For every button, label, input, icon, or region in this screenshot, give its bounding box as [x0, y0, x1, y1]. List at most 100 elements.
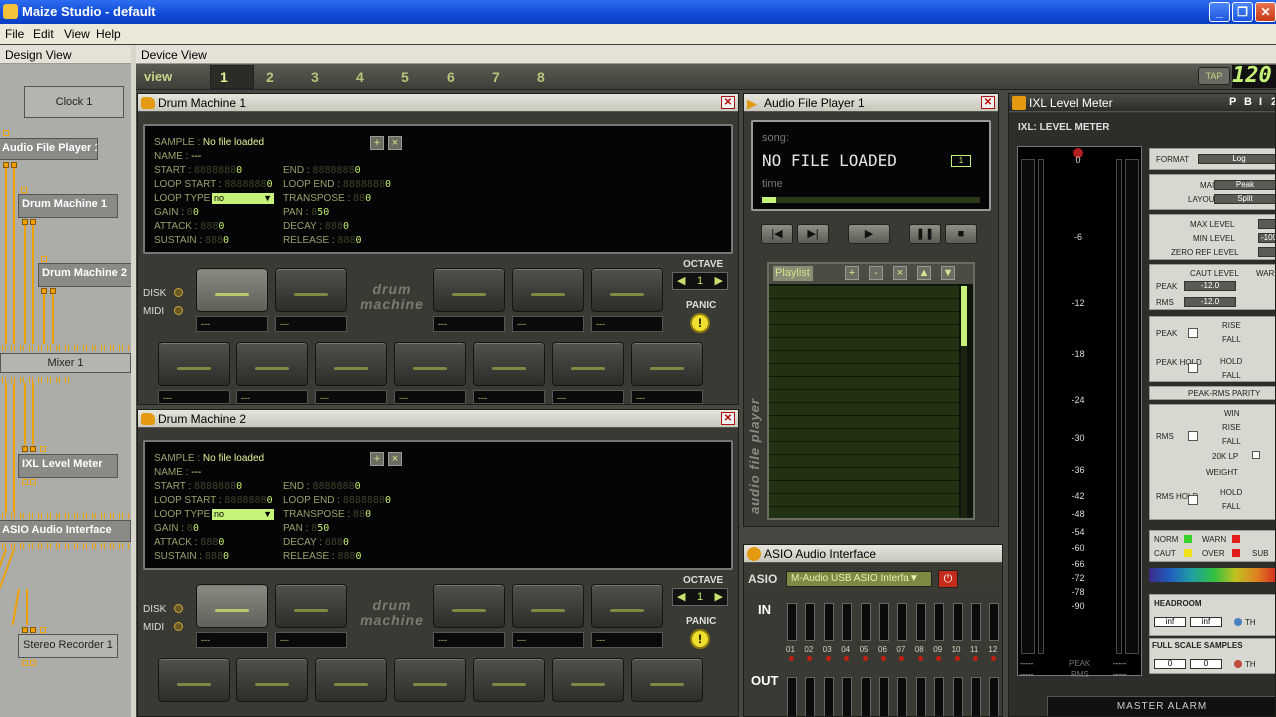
asio-device-select[interactable]: M-Audio USB ASIO Interfa▼ [786, 571, 932, 587]
layout-select[interactable]: Split [1214, 194, 1275, 204]
view-tab-5[interactable]: 5 [401, 69, 409, 85]
close-drum-machine-1-button[interactable]: ✕ [721, 96, 735, 109]
stop-button[interactable]: ■ [945, 224, 977, 244]
peak-hold-checkbox[interactable] [1188, 363, 1198, 373]
caut-rms-field[interactable]: -12.0 [1184, 297, 1236, 307]
port[interactable] [30, 627, 36, 633]
drum-pad[interactable] [631, 342, 703, 386]
loop-type-select[interactable]: no ▼ [212, 509, 274, 520]
close-audio-file-player-button[interactable]: ✕ [981, 96, 995, 109]
view-tab-4[interactable]: 4 [356, 69, 364, 85]
ixl-header-button-i[interactable]: I [1259, 96, 1262, 108]
drum-pad[interactable] [158, 342, 230, 386]
lp-filter-checkbox[interactable] [1252, 451, 1260, 459]
port[interactable] [22, 479, 28, 485]
repeat-indicator[interactable]: 1 [951, 155, 971, 167]
playlist-rows[interactable] [769, 286, 959, 518]
drum-pad[interactable] [552, 342, 624, 386]
playlist-clear-button[interactable]: × [893, 266, 907, 280]
mixer-output-ports[interactable] [0, 377, 70, 383]
add-sample-button[interactable]: + [370, 452, 384, 466]
drum-pad[interactable] [433, 584, 505, 628]
port[interactable] [21, 187, 27, 193]
ixl-header-button-p[interactable]: P [1229, 96, 1236, 108]
port[interactable] [30, 479, 36, 485]
drum-pad[interactable] [591, 584, 663, 628]
playlist-remove-button[interactable]: - [869, 266, 883, 280]
drum-pad[interactable] [512, 584, 584, 628]
port[interactable] [22, 446, 28, 452]
port[interactable] [3, 130, 9, 136]
drum-pad[interactable] [631, 658, 703, 702]
port[interactable] [40, 446, 46, 452]
drum-pad[interactable] [196, 268, 268, 312]
asio-output-ports[interactable] [0, 543, 131, 549]
pause-button[interactable]: ❚❚ [909, 224, 941, 244]
drum-pad[interactable] [236, 342, 308, 386]
octave-stepper[interactable]: ◀ 1 ▶ [672, 272, 728, 290]
drum-pad[interactable] [473, 658, 545, 702]
drum-pad[interactable] [236, 658, 308, 702]
main-select[interactable]: Peak [1214, 180, 1275, 190]
remove-sample-button[interactable]: × [388, 452, 402, 466]
format-select[interactable]: Log [1198, 154, 1275, 164]
node-audio-file-player[interactable]: Audio File Player 1 [0, 138, 98, 160]
ixl-header-button-b[interactable]: B [1244, 96, 1252, 108]
port[interactable] [22, 660, 28, 666]
node-clock[interactable]: Clock 1 [24, 86, 124, 118]
port[interactable] [22, 627, 28, 633]
drum-pad[interactable] [315, 658, 387, 702]
node-drum-machine-1[interactable]: Drum Machine 1 [18, 194, 118, 218]
port[interactable] [30, 660, 36, 666]
view-tab-7[interactable]: 7 [492, 69, 500, 85]
maximize-button[interactable]: ❐ [1232, 2, 1253, 22]
drum-pad[interactable] [275, 268, 347, 312]
menu-file[interactable]: File [5, 27, 24, 41]
octave-stepper[interactable]: ◀ 1 ▶ [672, 588, 728, 606]
menu-edit[interactable]: Edit [33, 27, 54, 41]
caut-peak-field[interactable]: -12.0 [1184, 281, 1236, 291]
port[interactable] [40, 627, 46, 633]
rms-checkbox[interactable] [1188, 431, 1198, 441]
next-track-button[interactable]: ▶| [797, 224, 829, 244]
playlist-add-button[interactable]: + [845, 266, 859, 280]
minimize-button[interactable]: _ [1209, 2, 1230, 22]
view-tab-3[interactable]: 3 [311, 69, 319, 85]
drum-pad[interactable] [158, 658, 230, 702]
view-tab-1[interactable]: 1 [220, 69, 228, 85]
drum-pad[interactable] [512, 268, 584, 312]
mixer-input-ports[interactable] [0, 345, 131, 351]
port[interactable] [41, 256, 47, 262]
max-level-field[interactable] [1258, 219, 1275, 229]
previous-track-button[interactable]: |◀ [761, 224, 793, 244]
panic-button[interactable]: ! [690, 313, 710, 333]
drum-pad[interactable] [275, 584, 347, 628]
node-mixer[interactable]: Mixer 1 [0, 353, 131, 373]
add-sample-button[interactable]: + [370, 136, 384, 150]
loop-type-select[interactable]: no ▼ [212, 193, 274, 204]
min-level-field[interactable]: -100 [1258, 233, 1275, 243]
menu-view[interactable]: View [64, 27, 90, 41]
fss-threshold-radio[interactable] [1234, 660, 1242, 668]
design-view[interactable]: Clock 1 Audio File Player 1 Drum Machine… [0, 64, 131, 717]
drum-pad[interactable] [394, 342, 466, 386]
playlist-down-button[interactable]: ▼ [941, 266, 955, 280]
panic-button[interactable]: ! [690, 629, 710, 649]
drum-pad[interactable] [591, 268, 663, 312]
remove-sample-button[interactable]: × [388, 136, 402, 150]
playlist-up-button[interactable]: ▲ [917, 266, 931, 280]
zero-ref-field[interactable] [1258, 247, 1275, 257]
view-tab-8[interactable]: 8 [537, 69, 545, 85]
color-spectrum[interactable] [1149, 568, 1275, 582]
node-drum-machine-2[interactable]: Drum Machine 2 [38, 263, 131, 287]
close-drum-machine-2-button[interactable]: ✕ [721, 412, 735, 425]
drum-pad[interactable] [433, 268, 505, 312]
asio-input-ports[interactable] [0, 513, 131, 519]
play-button[interactable]: ▶ [848, 224, 890, 244]
close-button[interactable]: ✕ [1255, 2, 1276, 22]
port[interactable] [30, 446, 36, 452]
playlist-scrollbar[interactable] [961, 286, 967, 518]
node-stereo-recorder[interactable]: Stereo Recorder 1 [18, 634, 118, 658]
node-asio-audio-interface[interactable]: ASIO Audio Interface [0, 520, 131, 542]
drum-pad[interactable] [394, 658, 466, 702]
